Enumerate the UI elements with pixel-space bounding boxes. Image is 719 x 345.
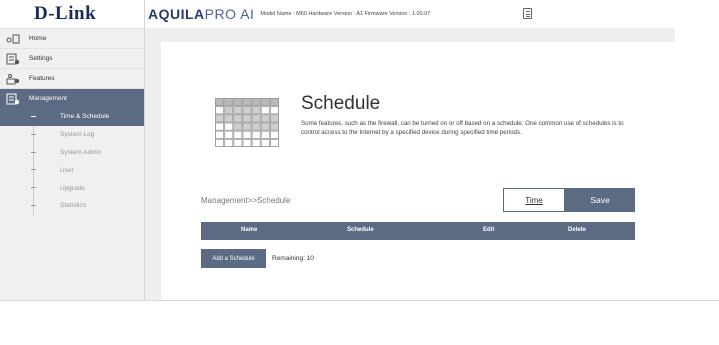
sidebar-item-home[interactable]: Home [0, 28, 144, 48]
sidebar-subitem-statistics[interactable]: Statistics [0, 197, 144, 215]
management-icon [6, 93, 20, 104]
sidebar-subitem-time-schedule[interactable]: Time & Schedule [0, 108, 144, 126]
dlink-logo[interactable]: D-Link [0, 0, 144, 28]
sidebar-item-management[interactable]: Management [0, 88, 144, 108]
top-bar: AQUILAPRO AI Model Name : M60 Hardware V… [145, 0, 719, 28]
sidebar-subitem-upgrade[interactable]: Upgrade [0, 179, 144, 197]
model-info: Model Name : M60 Hardware Version : A1 F… [260, 11, 431, 17]
column-header-delete: Delete [568, 227, 587, 233]
column-header-schedule: Schedule [347, 227, 374, 233]
sidebar-subitem-system-admin[interactable]: System Admin [0, 144, 144, 162]
sidebar-subitem-user[interactable]: User [0, 161, 144, 179]
save-button[interactable]: Save [565, 188, 635, 212]
sidebar-item-label: Settings [29, 55, 53, 62]
page-title: Schedule [301, 93, 381, 114]
sidebar-item-features[interactable]: Features [0, 68, 144, 88]
features-icon [6, 73, 20, 84]
sidebar-item-label: Home [29, 35, 47, 42]
sidebar-subitem-system-log[interactable]: System Log [0, 126, 144, 144]
sidebar-item-label: Features [29, 75, 55, 82]
page-divider [0, 300, 719, 301]
content-panel-top [145, 28, 675, 42]
page-description: Some features, such as the firewall, can… [301, 120, 624, 136]
breadcrumb: Management>>Schedule [201, 196, 291, 205]
calendar-icon [215, 98, 279, 147]
aquila-pro-ai-brand: AQUILAPRO AI [148, 6, 255, 22]
time-button[interactable]: Time [503, 188, 565, 212]
management-submenu: Time & Schedule System Log System Admin … [0, 108, 144, 215]
home-icon [6, 34, 20, 43]
sidebar-item-label: Management [29, 95, 67, 102]
document-icon[interactable] [523, 8, 532, 19]
settings-icon [6, 53, 20, 64]
remaining-count: Remaining: 10 [272, 255, 314, 262]
column-header-name: Name [241, 227, 258, 233]
schedule-table-header: Name Schedule Edit Delete [201, 222, 635, 240]
sidebar-item-settings[interactable]: Settings [0, 48, 144, 68]
add-schedule-button[interactable]: Add a Schedule [201, 249, 266, 268]
column-header-edit: Edit [483, 227, 495, 233]
sidebar: D-Link Home Settings Features Management… [0, 0, 145, 300]
content-panel-left [145, 28, 161, 300]
